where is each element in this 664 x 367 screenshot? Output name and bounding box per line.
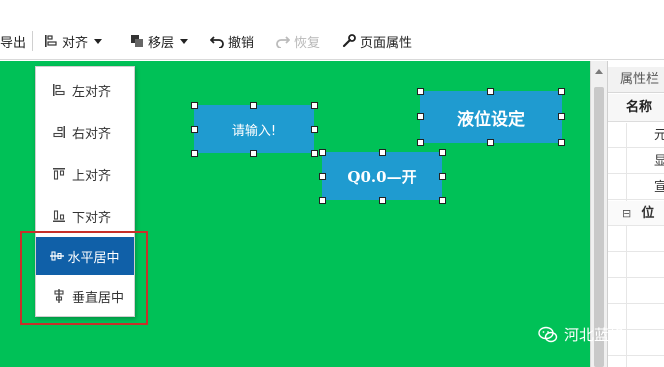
resize-handle[interactable] [311, 102, 318, 109]
menu-item-label: 右对齐 [72, 126, 112, 142]
properties-name-column-header: 名称 [608, 94, 664, 122]
resize-handle[interactable] [417, 139, 424, 146]
property-row[interactable]: 元 [608, 123, 664, 148]
move-layer-label: 移层 [148, 35, 175, 51]
undo-icon [209, 34, 224, 49]
resize-handle[interactable] [417, 88, 424, 95]
resize-handle[interactable] [439, 197, 446, 204]
undo-label: 撤销 [228, 35, 255, 51]
menu-item-align-top[interactable]: 上对齐 [36, 155, 134, 193]
q0-button-label: Q0.0—开 [347, 167, 417, 186]
menu-item-align-left[interactable]: 左对齐 [36, 71, 134, 109]
resize-handle[interactable] [319, 173, 326, 180]
resize-handle[interactable] [379, 197, 386, 204]
resize-handle[interactable] [311, 126, 318, 133]
export-label: 导出 [0, 35, 27, 51]
resize-handle[interactable] [250, 150, 257, 157]
property-row[interactable]: 宣 [608, 175, 664, 200]
toolbar: 导出 对齐 移层 撤销 恢复 页面属性 [0, 0, 664, 60]
watermark: 河北蓝蜂 [538, 324, 624, 345]
menu-item-label: 上对齐 [72, 168, 112, 184]
align-label: 对齐 [62, 35, 89, 51]
property-group-label: 位 [641, 206, 655, 221]
chevron-down-icon [94, 38, 103, 44]
scroll-up-arrow-icon[interactable] [595, 69, 603, 74]
property-name: 显 [654, 154, 664, 169]
resize-handle[interactable] [319, 149, 326, 156]
redo-label: 恢复 [294, 35, 321, 51]
menu-item-label: 左对齐 [72, 84, 112, 100]
menu-item-align-bottom[interactable]: 下对齐 [36, 197, 134, 235]
page-properties-label: 页面属性 [360, 35, 413, 51]
resize-handle[interactable] [439, 173, 446, 180]
align-bottom-icon [52, 209, 66, 223]
redo-icon [276, 34, 291, 49]
highlight-annotation-box [20, 231, 148, 325]
resize-handle[interactable] [439, 149, 446, 156]
layers-icon [130, 34, 144, 48]
q0-button-widget[interactable]: Q0.0—开 [322, 152, 442, 200]
align-left-icon [52, 83, 66, 97]
move-layer-button[interactable]: 移层 [130, 27, 189, 55]
menu-item-label: 下对齐 [72, 210, 112, 226]
watermark-text: 河北蓝蜂 [564, 326, 625, 344]
align-right-icon [52, 125, 66, 139]
align-icon [44, 34, 58, 48]
undo-button[interactable]: 撤销 [209, 27, 255, 55]
property-group-position[interactable]: ⊟ 位 [608, 201, 664, 226]
menu-item-align-right[interactable]: 右对齐 [36, 113, 134, 151]
collapse-icon[interactable]: ⊟ [622, 207, 631, 220]
page-properties-button[interactable]: 页面属性 [342, 27, 412, 55]
properties-panel-title: 属性栏 [608, 67, 664, 93]
property-row[interactable] [608, 253, 664, 278]
resize-handle[interactable] [311, 150, 318, 157]
resize-handle[interactable] [250, 102, 257, 109]
level-setting-widget[interactable]: 液位设定 [420, 91, 562, 143]
chevron-down-icon [180, 38, 189, 44]
resize-handle[interactable] [379, 149, 386, 156]
input-widget[interactable]: 请输入! [194, 105, 314, 153]
property-name: 宣 [654, 180, 664, 195]
canvas-vertical-scrollbar[interactable] [590, 61, 607, 367]
input-widget-label: 请输入! [231, 123, 277, 139]
toolbar-divider [32, 31, 33, 51]
level-setting-label: 液位设定 [457, 109, 525, 130]
property-row[interactable]: 显 [608, 149, 664, 174]
property-row[interactable] [608, 227, 664, 252]
resize-handle[interactable] [191, 126, 198, 133]
redo-button[interactable]: 恢复 [276, 27, 320, 55]
property-name: 元 [654, 128, 664, 143]
resize-handle[interactable] [487, 139, 494, 146]
properties-panel: 属性栏 名称 元 显 宣 ⊟ 位 [607, 61, 664, 367]
resize-handle[interactable] [558, 139, 565, 146]
resize-handle[interactable] [417, 113, 424, 120]
resize-handle[interactable] [319, 197, 326, 204]
wechat-logo-icon [538, 326, 558, 344]
wrench-icon [342, 34, 356, 48]
align-top-icon [52, 167, 66, 181]
resize-handle[interactable] [191, 150, 198, 157]
resize-handle[interactable] [558, 88, 565, 95]
resize-handle[interactable] [191, 102, 198, 109]
export-button[interactable]: 导出 [0, 27, 26, 55]
align-dropdown-button[interactable]: 对齐 [44, 27, 103, 55]
resize-handle[interactable] [487, 88, 494, 95]
resize-handle[interactable] [558, 113, 565, 120]
property-row[interactable] [608, 279, 664, 304]
